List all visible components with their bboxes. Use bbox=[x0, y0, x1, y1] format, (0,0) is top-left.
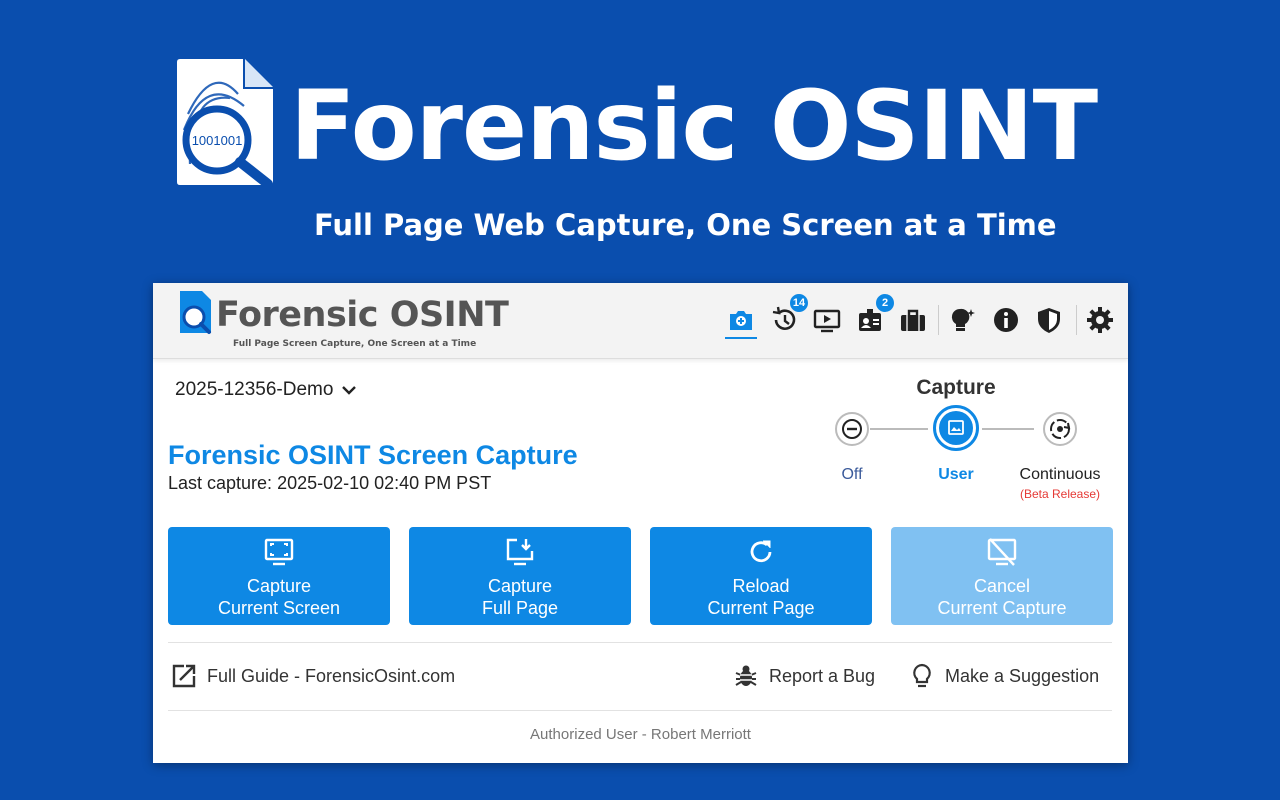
action-line1: Reload bbox=[732, 576, 790, 596]
mode-off-label: Off bbox=[841, 466, 863, 483]
full-guide-label: Full Guide - ForensicOsint.com bbox=[207, 665, 456, 686]
full-page-download-icon bbox=[506, 538, 534, 566]
hero-subtitle: Full Page Web Capture, One Screen at a T… bbox=[314, 208, 1057, 242]
video-icon[interactable] bbox=[811, 303, 843, 337]
capture-full-page-button[interactable]: Capture Full Page bbox=[409, 527, 631, 625]
screen-capture-icon bbox=[264, 538, 294, 566]
header-separator bbox=[938, 305, 939, 335]
reload-current-page-button[interactable]: Reload Current Page bbox=[650, 527, 872, 625]
action-line2: Current Capture bbox=[937, 598, 1067, 618]
capture-current-screen-button[interactable]: Capture Current Screen bbox=[168, 527, 390, 625]
shield-icon[interactable] bbox=[1033, 303, 1065, 337]
fingerprint-document-logo-icon: 1001001 bbox=[175, 57, 275, 189]
report-bug-link[interactable]: Report a Bug bbox=[733, 663, 875, 689]
make-suggestion-label: Make a Suggestion bbox=[945, 665, 1100, 686]
case-dropdown-value: 2025-12356-Demo bbox=[175, 379, 334, 400]
mode-user-toggle[interactable] bbox=[933, 405, 979, 451]
action-line2: Current Page bbox=[707, 598, 815, 618]
action-line2: Current Screen bbox=[217, 598, 341, 618]
mode-user-label: User bbox=[938, 466, 974, 483]
gear-icon[interactable] bbox=[1084, 303, 1116, 337]
image-icon bbox=[939, 411, 973, 445]
action-line1: Capture bbox=[246, 576, 312, 596]
extension-popup-panel: Forensic OSINT Full Page Screen Capture,… bbox=[153, 283, 1128, 763]
cancel-screen-icon bbox=[987, 538, 1017, 566]
panel-header: Forensic OSINT Full Page Screen Capture,… bbox=[153, 283, 1128, 359]
header-subtitle: Full Page Screen Capture, One Screen at … bbox=[233, 339, 477, 349]
history-count-badge: 14 bbox=[788, 292, 810, 314]
beta-release-note: (Beta Release) bbox=[1019, 487, 1101, 501]
full-guide-link[interactable]: Full Guide - ForensicOsint.com bbox=[171, 663, 455, 689]
header-title: Forensic OSINT bbox=[216, 295, 509, 335]
chevron-down-icon bbox=[342, 386, 357, 395]
report-bug-label: Report a Bug bbox=[769, 665, 876, 686]
reload-icon bbox=[750, 540, 772, 563]
logo-binary-text: 1001001 bbox=[192, 133, 243, 148]
action-line2: Full Page bbox=[481, 598, 559, 618]
page-title: Forensic OSINT Screen Capture bbox=[168, 440, 578, 470]
external-link-icon bbox=[172, 664, 196, 688]
last-capture-text: Last capture: 2025-02-10 02:40 PM PST bbox=[168, 473, 492, 493]
minus-circle-icon bbox=[842, 419, 862, 439]
camera-icon[interactable] bbox=[725, 303, 757, 339]
mode-continuous-label: Continuous bbox=[1019, 466, 1101, 483]
divider bbox=[168, 642, 1112, 643]
hero-title: Forensic OSINT bbox=[290, 70, 1098, 182]
header-separator bbox=[1076, 305, 1077, 335]
mode-continuous-toggle[interactable] bbox=[1043, 412, 1077, 446]
cancel-current-capture-button[interactable]: Cancel Current Capture bbox=[891, 527, 1113, 625]
lightbulb-icon[interactable] bbox=[946, 303, 978, 337]
bug-icon bbox=[735, 665, 757, 686]
mini-logo-icon bbox=[180, 291, 211, 334]
capture-mode-label: Capture bbox=[916, 376, 996, 399]
mode-off-toggle[interactable] bbox=[835, 412, 869, 446]
authorized-user-text: Authorized User - Robert Merriott bbox=[530, 726, 751, 743]
make-suggestion-link[interactable]: Make a Suggestion bbox=[909, 663, 1099, 689]
divider bbox=[168, 710, 1112, 711]
id-card-count-badge: 2 bbox=[874, 292, 896, 314]
info-icon[interactable] bbox=[990, 303, 1022, 337]
continuous-capture-icon bbox=[1050, 419, 1071, 439]
id-card-icon[interactable]: 2 bbox=[854, 292, 896, 337]
briefcase-icon[interactable] bbox=[897, 303, 929, 337]
mode-connector bbox=[982, 428, 1034, 430]
action-line1: Capture bbox=[487, 576, 553, 596]
mode-connector bbox=[870, 428, 928, 430]
case-dropdown[interactable]: 2025-12356-Demo bbox=[175, 379, 357, 401]
history-icon[interactable]: 14 bbox=[768, 292, 810, 337]
action-line1: Cancel bbox=[973, 576, 1031, 596]
lightbulb-outline-icon bbox=[913, 663, 931, 688]
